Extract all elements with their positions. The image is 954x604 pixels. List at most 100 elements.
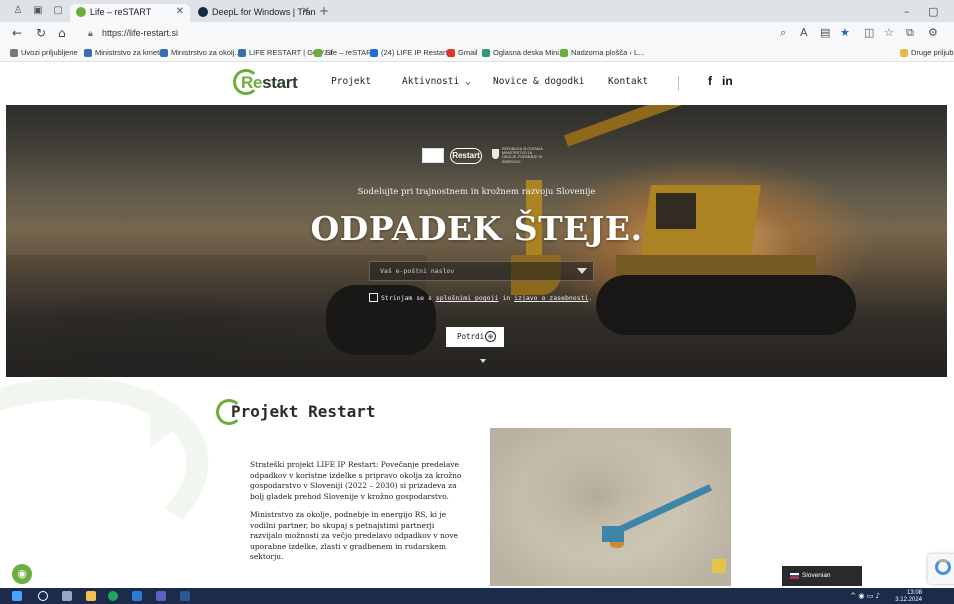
bookmark-item[interactable]: Ministrstvo za okolj... bbox=[160, 46, 241, 60]
language-label: Slovenian bbox=[802, 572, 831, 579]
nav-kontakt[interactable]: Kontakt bbox=[608, 76, 648, 87]
task-view-icon[interactable] bbox=[62, 591, 72, 601]
submit-button[interactable]: Potrdi ⊕ bbox=[446, 327, 504, 347]
partner-logos: Restart REPUBLIKA SLOVENIJA MINISTRSTVO … bbox=[422, 145, 548, 167]
close-tab-icon[interactable]: ✕ bbox=[176, 4, 184, 20]
project-paragraph-1: Strateški projekt LIFE IP Restart: Poveč… bbox=[250, 460, 462, 501]
split-screen-icon[interactable]: ◫ bbox=[864, 26, 874, 39]
eu-life-logo bbox=[422, 148, 444, 163]
nav-aktivnosti[interactable]: Aktivnosti ⌄ bbox=[402, 76, 471, 87]
favorite-star-icon[interactable]: ★ bbox=[840, 26, 850, 39]
tab-actions-icon[interactable]: ▢ bbox=[52, 5, 64, 17]
deepl-favicon-icon bbox=[198, 7, 208, 17]
outlook-icon[interactable] bbox=[132, 591, 142, 601]
privacy-link[interactable]: izjavo o zasebnosti bbox=[514, 294, 588, 302]
address-bar[interactable]: 🔒︎ https://life-restart.si bbox=[80, 25, 900, 41]
read-aloud-icon[interactable]: A bbox=[800, 26, 808, 39]
bookmark-label: Gmail bbox=[458, 48, 478, 57]
terms-link[interactable]: splošnimi pogoji bbox=[436, 294, 499, 302]
extensions-icon[interactable]: ⚙ bbox=[928, 26, 938, 39]
submit-label: Potrdi bbox=[457, 332, 485, 341]
decorative-arrow bbox=[150, 388, 190, 448]
language-switcher[interactable]: Slovenian bbox=[782, 566, 862, 586]
chevron-down-icon: ⌄ bbox=[464, 76, 471, 87]
accessibility-icon[interactable]: ◉ bbox=[12, 564, 32, 584]
bookmark-item[interactable]: Uvozi priljubljene bbox=[10, 46, 78, 60]
edge-icon[interactable] bbox=[108, 591, 118, 601]
gov-icon bbox=[160, 49, 168, 57]
collections-icon[interactable]: ⧉ bbox=[906, 26, 914, 40]
tab-title: Life – reSTART bbox=[90, 7, 152, 17]
email-input[interactable]: Vaš e-poštni naslov bbox=[369, 261, 594, 281]
consent-prefix: Strinjam se s bbox=[381, 294, 436, 302]
file-explorer-icon[interactable] bbox=[86, 591, 96, 601]
email-placeholder: Vaš e-poštni naslov bbox=[380, 267, 455, 275]
nav-novice-dogodki[interactable]: Novice & dogodki bbox=[493, 76, 585, 87]
logo-re: Re bbox=[241, 73, 263, 92]
bookmark-item[interactable]: Gmail bbox=[447, 46, 478, 60]
zoom-icon[interactable]: ⌕ bbox=[780, 26, 786, 40]
teams-icon[interactable] bbox=[156, 591, 166, 601]
minimize-button[interactable]: – bbox=[904, 5, 910, 18]
immersive-reader-icon[interactable]: ▤ bbox=[820, 26, 830, 39]
screen: ♙ ▣ ▢ Life – reSTART ✕ DeepL for Windows… bbox=[0, 0, 954, 604]
bookmark-label: Druge priljubljene bbox=[911, 48, 954, 57]
bookmark-item[interactable]: Oglasna deska Mini... bbox=[482, 46, 565, 60]
quarry-photo bbox=[490, 428, 731, 586]
gov-icon bbox=[238, 49, 246, 57]
clock-date: 3.12.2024 bbox=[895, 597, 922, 603]
scroll-down-icon[interactable] bbox=[480, 359, 486, 363]
hero-title: ODPADEK ŠTEJE. bbox=[310, 209, 643, 248]
search-icon[interactable] bbox=[38, 591, 48, 601]
browser-tab-bar: ♙ ▣ ▢ Life – reSTART ✕ DeepL for Windows… bbox=[0, 0, 954, 22]
plus-circle-icon: ⊕ bbox=[485, 331, 496, 342]
gov-icon bbox=[84, 49, 92, 57]
bookmark-item[interactable]: Life – reSTART bbox=[314, 46, 376, 60]
consent-suffix: . bbox=[588, 294, 593, 302]
facebook-icon bbox=[370, 49, 378, 57]
logo-start: start bbox=[262, 73, 298, 92]
ministry-logo: REPUBLIKA SLOVENIJA MINISTRSTVO ZA OKOLJ… bbox=[492, 147, 548, 165]
system-tray-icons[interactable]: ^ ◉ ▭ ♪ bbox=[850, 592, 880, 600]
folder-icon bbox=[900, 49, 908, 57]
linkedin-icon[interactable]: in bbox=[722, 74, 733, 88]
hero-banner: Restart REPUBLIKA SLOVENIJA MINISTRSTVO … bbox=[6, 105, 947, 377]
facebook-icon[interactable]: f bbox=[708, 74, 712, 88]
logo-text: Restart bbox=[241, 73, 298, 93]
consent-row: Strinjam se s splošnimi pogoji in izjavo… bbox=[369, 292, 609, 304]
refresh-icon[interactable]: ↻ bbox=[36, 26, 46, 40]
home-icon[interactable]: ⌂ bbox=[58, 26, 66, 40]
bookmark-item[interactable]: Ministrstvo za kmeti... bbox=[84, 46, 167, 60]
maximize-button[interactable]: ▢ bbox=[928, 5, 938, 18]
bookmark-label: Ministrstvo za kmeti... bbox=[95, 48, 168, 57]
board-icon bbox=[482, 49, 490, 57]
site-logo[interactable]: Restart bbox=[233, 68, 303, 98]
bookmark-folder[interactable]: Druge priljubljene bbox=[900, 46, 954, 60]
bookmarks-bar: Uvozi priljubljene Ministrstvo za kmeti.… bbox=[0, 44, 954, 62]
tab-life-restart[interactable]: Life – reSTART ✕ bbox=[70, 4, 190, 22]
bookmark-item[interactable]: (24) LIFE IP Restart... bbox=[370, 46, 454, 60]
word-icon[interactable] bbox=[180, 591, 190, 601]
back-icon[interactable]: ← bbox=[12, 26, 22, 40]
favorites-icon[interactable]: ☆ bbox=[884, 26, 894, 39]
profile-icon[interactable]: ♙ bbox=[12, 5, 24, 17]
close-tab-icon[interactable]: ✕ bbox=[302, 4, 310, 20]
decorative-arc bbox=[0, 352, 225, 604]
tab-title: DeepL for Windows | Translation bbox=[212, 7, 316, 17]
workspaces-icon[interactable]: ▣ bbox=[32, 5, 44, 17]
recaptcha-badge[interactable] bbox=[928, 554, 954, 584]
bookmark-label: Uvozi priljubljene bbox=[21, 48, 78, 57]
start-icon[interactable] bbox=[12, 591, 22, 601]
consent-mid: in bbox=[498, 294, 515, 302]
bookmark-label: (24) LIFE IP Restart... bbox=[381, 48, 454, 57]
nav-projekt[interactable]: Projekt bbox=[331, 76, 371, 87]
lock-icon[interactable]: 🔒︎ bbox=[88, 25, 93, 41]
tab-deepl[interactable]: DeepL for Windows | Translation ✕ bbox=[192, 4, 316, 22]
consent-checkbox[interactable] bbox=[369, 293, 378, 302]
clock[interactable]: 13:08 3.12.2024 bbox=[895, 590, 922, 603]
site-header: Restart Projekt Aktivnosti ⌄ Novice & do… bbox=[6, 62, 947, 106]
recaptcha-icon bbox=[935, 559, 951, 575]
crest-icon bbox=[492, 149, 499, 159]
bookmark-item[interactable]: Nadzorna plošča ‹ L... bbox=[560, 46, 644, 60]
new-tab-button[interactable]: + bbox=[318, 5, 330, 17]
